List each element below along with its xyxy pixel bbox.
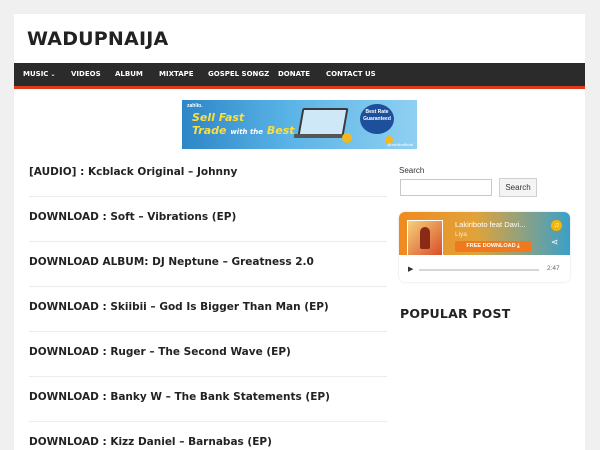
cover-figure xyxy=(420,227,430,249)
main-navigation: MUSIC ⌄ VIDEOS ALBUM MIXTAPE GOSPEL SONGZ… xyxy=(14,63,585,89)
share-icon[interactable]: ⋖ xyxy=(551,237,559,248)
post-title-link[interactable]: DOWNLOAD : Banky W – The Bank Statements… xyxy=(29,391,387,403)
site-title[interactable]: WADUPNAIJA xyxy=(27,28,168,50)
nav-item-videos[interactable]: VIDEOS xyxy=(71,63,101,86)
nav-item-label: MUSIC xyxy=(23,70,49,78)
nav-item-contact-us[interactable]: CONTACT US xyxy=(326,63,376,86)
nav-item-gospel-songz[interactable]: GOSPEL SONGZ xyxy=(208,63,269,86)
album-cover[interactable] xyxy=(407,220,443,256)
nav-item-donate[interactable]: DONATE xyxy=(278,63,310,86)
search-input[interactable] xyxy=(400,179,492,196)
post-divider xyxy=(29,286,387,287)
coin-image xyxy=(342,133,352,143)
ad-subheadline: Trade with the Best xyxy=(192,124,295,137)
search-label: Search xyxy=(399,166,425,175)
ad-brand: zahlio. xyxy=(187,103,203,109)
page: WADUPNAIJA MUSIC ⌄ VIDEOS ALBUM MIXTAPE G… xyxy=(14,14,585,450)
track-title[interactable]: Lakiriboto feat Davi... xyxy=(455,220,525,229)
chevron-down-icon: ⌄ xyxy=(50,71,56,78)
nav-item-mixtape[interactable]: MIXTAPE xyxy=(159,63,194,86)
post-title-link[interactable]: DOWNLOAD : Ruger – The Second Wave (EP) xyxy=(29,346,387,358)
post-divider xyxy=(29,421,387,422)
post-title-link[interactable]: [AUDIO] : Kcblack Original – Johnny xyxy=(29,166,387,178)
post-divider xyxy=(29,196,387,197)
progress-bar[interactable] xyxy=(419,269,539,271)
free-download-button[interactable]: FREE DOWNLOAD ⤓ xyxy=(455,241,531,252)
nav-item-music[interactable]: MUSIC ⌄ xyxy=(23,63,55,86)
post-title-link[interactable]: DOWNLOAD : Skiibii – God Is Bigger Than … xyxy=(29,301,387,313)
search-button[interactable]: Search xyxy=(499,178,537,197)
post-title-link[interactable]: DOWNLOAD : Soft – Vibrations (EP) xyxy=(29,211,387,223)
ad-text-with: with the xyxy=(230,128,264,136)
ad-badge: Best Rate Guaranteed xyxy=(360,104,394,134)
headphones-icon[interactable]: ♫ xyxy=(551,220,562,231)
post-divider xyxy=(29,376,387,377)
ad-banner[interactable]: zahlio. Sell Fast Trade with the Best Be… xyxy=(182,100,417,149)
ad-text-trade: Trade xyxy=(192,124,227,137)
popular-post-heading: POPULAR POST xyxy=(400,306,511,321)
nav-item-album[interactable]: ALBUM xyxy=(115,63,143,86)
ad-footer: @zahlioofficial xyxy=(387,142,413,147)
ad-text-best: Best xyxy=(266,124,295,137)
post-title-link[interactable]: DOWNLOAD ALBUM: DJ Neptune – Greatness 2… xyxy=(29,256,387,268)
track-duration: 2:47 xyxy=(547,265,560,272)
audio-player-widget: Lakiriboto feat Davi... Liya FREE DOWNLO… xyxy=(399,212,570,282)
post-divider xyxy=(29,331,387,332)
play-icon[interactable]: ▶ xyxy=(408,265,413,273)
laptop-base-image xyxy=(294,134,348,138)
post-divider xyxy=(29,241,387,242)
laptop-image xyxy=(297,108,349,136)
track-artist[interactable]: Liya xyxy=(455,231,467,238)
post-title-link[interactable]: DOWNLOAD : Kizz Daniel – Barnabas (EP) xyxy=(29,436,387,448)
ad-headline: Sell Fast xyxy=(192,111,245,124)
